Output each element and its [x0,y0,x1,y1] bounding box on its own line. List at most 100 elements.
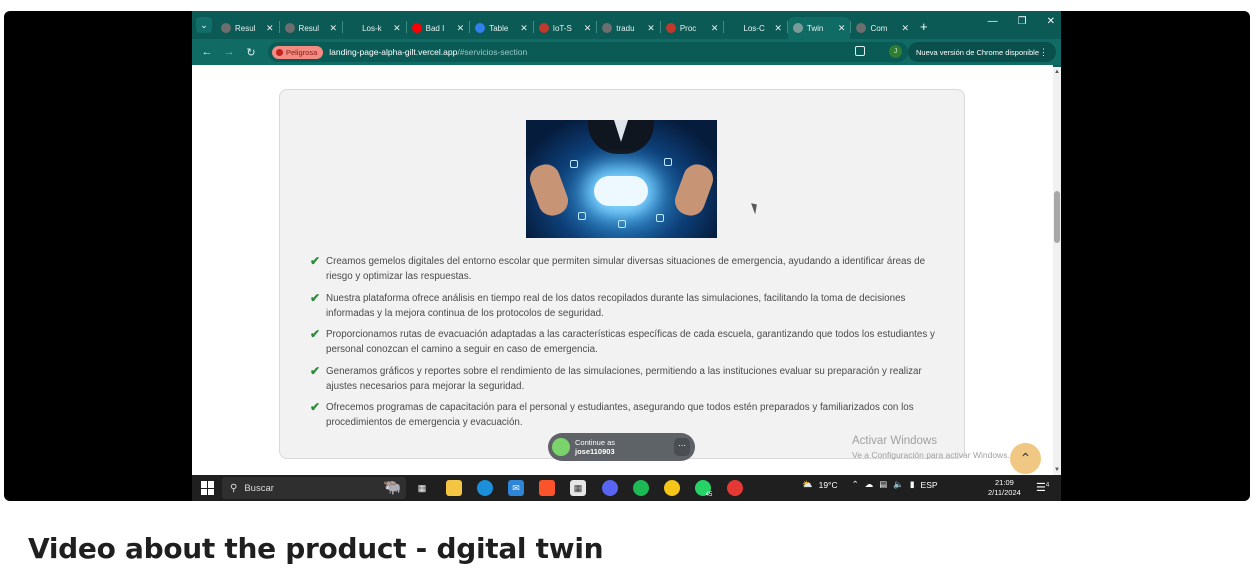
tab-title: Com [870,23,888,33]
tab-close-icon[interactable]: ✕ [584,23,592,34]
feature-item: ✔ Ofrecemos programas de capacitación par… [310,400,950,430]
language-indicator[interactable]: ESP [921,480,938,490]
browser-tab[interactable]: Table ✕ [470,17,533,39]
scroll-up-icon[interactable]: ▲ [1054,69,1060,75]
tab-title: Resul [235,23,256,33]
browser-tab[interactable]: tradu ✕ [597,17,660,39]
chrome-update-button[interactable]: Nueva versión de Chrome disponible ⋮ [908,42,1056,62]
tab-close-icon[interactable]: ✕ [647,23,655,34]
more-menu-icon[interactable]: ⋮ [1039,47,1048,58]
browser-tab[interactable]: Los-k ✕ [343,17,406,39]
recorder-icon[interactable] [727,480,743,496]
store-icon[interactable]: ▦ [570,480,586,496]
address-bar[interactable]: Peligrosa landing-page-alpha-gilt.vercel… [268,42,908,62]
browser-tab[interactable]: IoT-S ✕ [534,17,597,39]
minimize-icon[interactable]: — [988,16,998,27]
bison-icon: 🐃 [383,479,402,496]
network-icon[interactable]: ▤ [879,479,887,490]
volume-icon[interactable]: 🔈 [893,479,904,490]
forward-arrow-icon[interactable]: → [218,46,240,58]
feature-text: Proporcionamos rutas de evacuación adapt… [326,329,935,355]
tab-search-icon[interactable]: ⌄ [196,17,212,33]
weather-temp[interactable]: 19°C [819,480,838,490]
brave-icon[interactable] [539,480,555,496]
system-tray: ⛅ 19°C ⌃ ☁ ▤ 🔈 ▮ ESP [802,479,938,490]
battery-icon[interactable]: ▮ [910,479,915,490]
tab-favicon-icon [856,23,867,33]
profile-avatar[interactable]: J [889,45,902,58]
browser-tab[interactable]: Bad I ✕ [407,17,470,39]
spotify-icon[interactable] [633,480,649,496]
feature-item: ✔ Nuestra plataforma ofrece análisis en t… [310,291,950,321]
more-options-icon[interactable]: ⋯ [674,438,690,456]
tab-title: IoT-S [552,23,572,33]
browser-toolbar: ← → ↻ Peligrosa landing-page-alpha-gilt.… [192,39,1061,65]
tab-favicon-icon [411,23,422,33]
taskbar-clock[interactable]: 21:09 2/11/2024 [988,478,1021,498]
tab-close-icon[interactable]: ✕ [711,23,719,34]
extensions-icon[interactable] [855,46,865,56]
close-window-icon[interactable]: ✕ [1047,16,1055,27]
tab-close-icon[interactable]: ✕ [266,23,274,34]
tab-title: Resul [298,23,319,33]
tab-favicon-icon [729,23,740,33]
back-arrow-icon[interactable]: ← [196,46,218,58]
tab-favicon-icon [284,23,295,33]
tab-favicon-icon [792,23,803,33]
chrome-icon[interactable] [664,480,680,496]
checkmark-icon: ✔ [310,254,321,268]
tab-close-icon[interactable]: ✕ [520,23,528,34]
browser-tab[interactable]: Los-C ✕ [724,17,787,39]
feature-item: ✔ Generamos gráficos y reportes sobre el … [310,364,950,394]
prompt-username: jose110903 [575,447,615,456]
tab-close-icon[interactable]: ✕ [330,23,338,34]
mail-icon[interactable]: ✉ [508,480,524,496]
cloud-icon [594,176,648,206]
browser-tab[interactable]: Proc ✕ [661,17,724,39]
tab-close-icon[interactable]: ✕ [838,23,846,34]
tab-favicon-icon [665,23,676,33]
onedrive-icon[interactable]: ☁ [865,479,874,490]
taskbar-search-box[interactable]: ⚲ Buscar 🐃 [222,477,406,499]
discord-icon[interactable] [602,480,618,496]
warning-icon [276,48,283,56]
prompt-title: Continue as [575,438,616,447]
tab-favicon-icon [221,23,231,33]
scroll-down-icon[interactable]: ▼ [1054,467,1060,473]
maximize-icon[interactable]: ❐ [1018,16,1027,27]
tab-favicon-icon [475,23,486,33]
tab-close-icon[interactable]: ✕ [457,23,465,34]
url-text: landing-page-alpha-gilt.vercel.app/#serv… [329,47,528,57]
browser-tab[interactable]: Resul ✕ [216,17,279,39]
tab-title: tradu [616,23,635,33]
file-explorer-icon[interactable] [446,480,462,496]
tab-title: Los-k [362,23,382,33]
web-page: ✔ Creamos gemelos digitales del entorno e… [192,65,1053,475]
edge-icon[interactable] [477,480,493,496]
security-warning-chip[interactable]: Peligrosa [272,45,324,59]
tab-close-icon[interactable]: ✕ [774,23,782,34]
checkmark-icon: ✔ [310,400,321,414]
tab-favicon-icon [602,23,613,33]
browser-tab[interactable]: Twin ✕ [787,17,851,39]
google-one-tap-prompt[interactable]: Continue as jose110903 ⋯ [548,433,695,461]
scroll-to-top-button[interactable]: ⌃ [1010,443,1041,474]
reload-icon[interactable]: ↻ [240,46,262,59]
task-view-icon[interactable]: ▦ [414,480,430,496]
tab-close-icon[interactable]: ✕ [393,23,401,34]
browser-tab[interactable]: Com ✕ [851,17,914,39]
tab-title: Bad I [425,23,445,33]
tab-favicon-icon [348,23,359,33]
browser-tab[interactable]: Resul ✕ [280,17,343,39]
notifications-icon[interactable]: ☰4 [1036,481,1049,494]
tray-chevron-icon[interactable]: ⌃ [852,479,859,490]
video-player[interactable]: ⌄ Resul ✕ Resul ✕ Los-k ✕ Bad I ✕ Table ✕ IoT-S ✕ tr… [4,11,1250,501]
scrollbar-thumb[interactable] [1054,191,1060,243]
search-icon: ⚲ [230,482,238,494]
tab-close-icon[interactable]: ✕ [901,23,909,34]
whatsapp-icon[interactable]: 45 [695,480,712,498]
new-tab-icon[interactable]: + [920,19,928,34]
page-scrollbar[interactable]: ▲ ▼ [1053,67,1061,475]
feature-text: Generamos gráficos y reportes sobre el r… [326,365,922,392]
windows-start-icon[interactable] [201,481,215,495]
